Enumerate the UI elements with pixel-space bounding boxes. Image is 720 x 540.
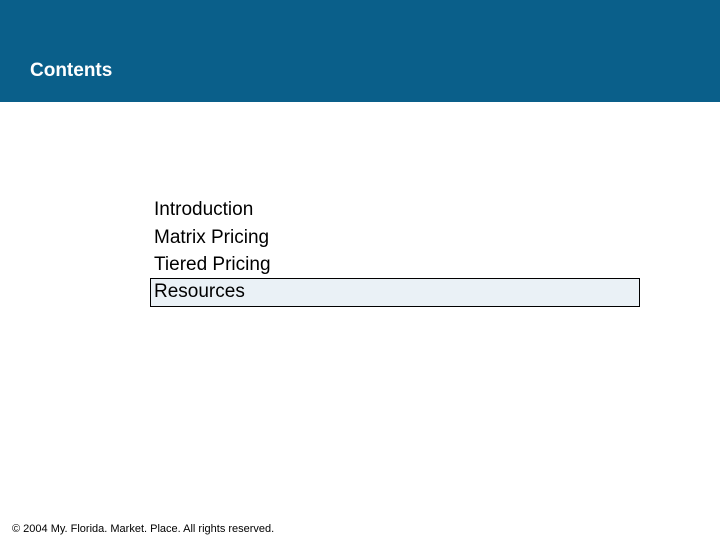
header-band — [0, 0, 720, 102]
toc-item-tiered-pricing: Tiered Pricing — [150, 251, 640, 279]
toc-list: Introduction Matrix Pricing Tiered Prici… — [150, 196, 640, 307]
footer-copyright: © 2004 My. Florida. Market. Place. All r… — [12, 523, 274, 535]
toc-item-matrix-pricing: Matrix Pricing — [150, 224, 640, 252]
page-title: Contents — [30, 60, 112, 82]
slide: Contents Introduction Matrix Pricing Tie… — [0, 0, 720, 540]
toc-item-introduction: Introduction — [150, 196, 640, 224]
toc-item-resources: Resources — [150, 278, 640, 307]
